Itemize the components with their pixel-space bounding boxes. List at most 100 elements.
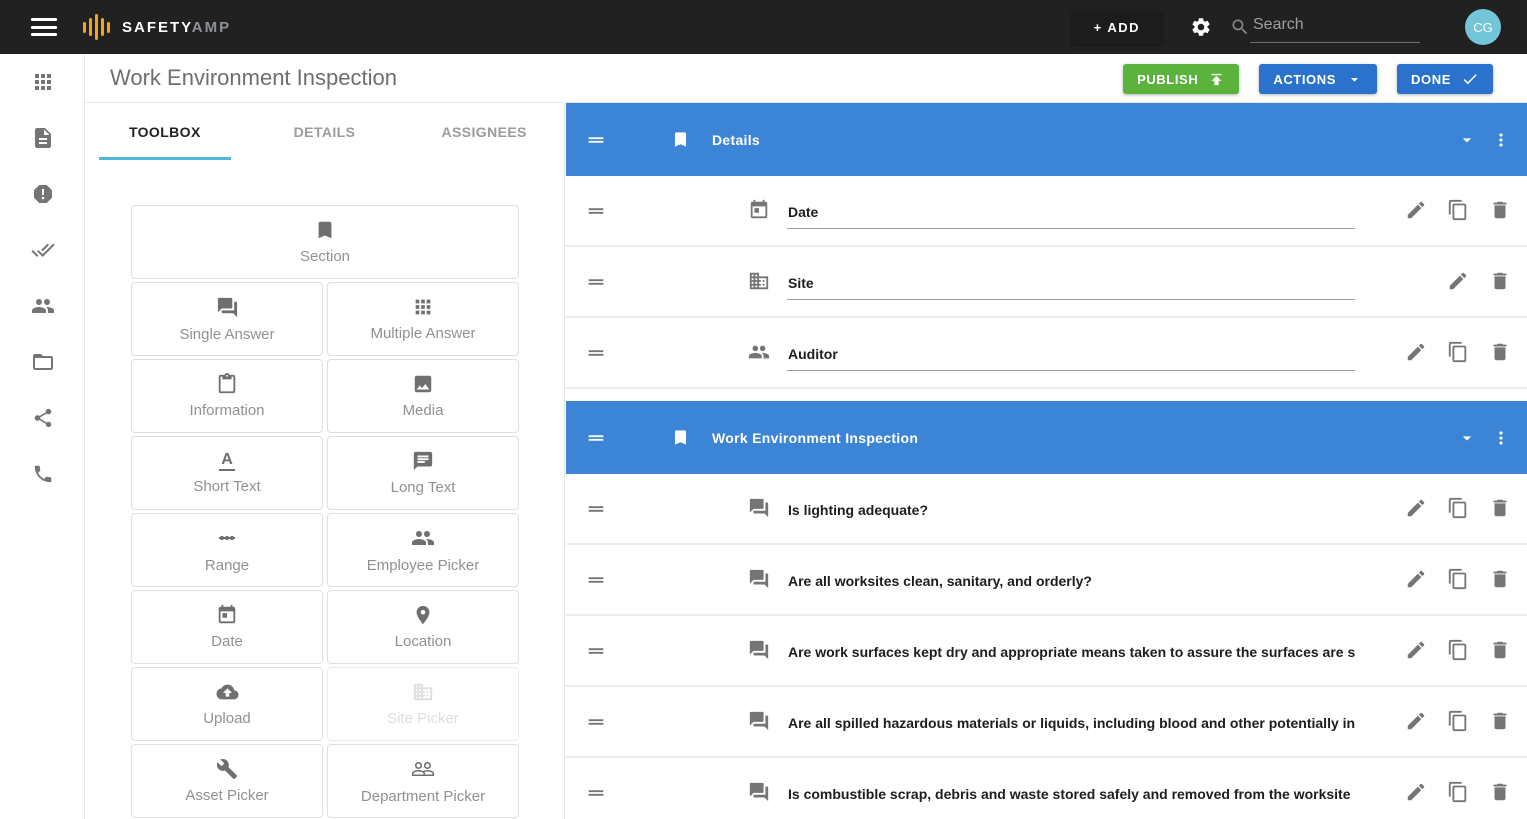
rail-document-icon[interactable] [0,110,85,166]
rail-apps-icon[interactable] [0,54,85,110]
logo-bars-icon [83,13,110,41]
tool-upload[interactable]: Upload [131,667,323,741]
tab-bar: TOOLBOX DETAILS ASSIGNEES [85,103,564,160]
section-header-details: Details [566,103,1527,176]
tool-range[interactable]: Range [131,513,323,587]
copy-icon[interactable] [1447,497,1469,519]
tool-information[interactable]: Information [131,359,323,433]
toolbox-grid: Section Single Answer Multiple Answer In… [131,205,518,818]
publish-icon [1208,71,1225,88]
question-label: Are all spilled hazardous materials or l… [788,715,1355,731]
tool-section[interactable]: Section [131,205,519,279]
tool-multiple-answer[interactable]: Multiple Answer [327,282,519,356]
question-label: Is combustible scrap, debris and waste s… [788,786,1355,802]
collapse-caret-icon[interactable] [1457,130,1477,150]
tool-media[interactable]: Media [327,359,519,433]
edit-icon[interactable] [1405,568,1427,590]
short-text-a-icon: A [219,452,235,471]
check-icon [1461,70,1479,88]
drag-handle-icon[interactable] [585,711,607,733]
tool-employee-picker[interactable]: Employee Picker [327,513,519,587]
actions-button[interactable]: ACTIONS [1259,64,1377,94]
tab-details[interactable]: DETAILS [245,103,405,160]
menu-icon[interactable] [31,18,57,36]
question-row: Are work surfaces kept dry and appropria… [566,616,1527,687]
tool-single-answer[interactable]: Single Answer [131,282,323,356]
delete-icon[interactable] [1489,497,1511,519]
edit-icon[interactable] [1405,710,1427,732]
left-panel: TOOLBOX DETAILS ASSIGNEES Section Single… [85,103,565,819]
top-app-bar: SAFETYAMP + ADD CG [0,0,1527,54]
drag-handle-icon[interactable] [585,640,607,662]
drag-handle-icon[interactable] [585,427,607,449]
range-slider-icon [214,526,240,550]
drag-handle-icon[interactable] [585,569,607,591]
rail-report-icon[interactable] [0,166,85,222]
delete-icon[interactable] [1489,199,1511,221]
field-label: Date [788,204,1355,220]
people-outline-icon [411,757,435,781]
copy-icon[interactable] [1447,568,1469,590]
tool-long-text[interactable]: Long Text [327,436,519,510]
drag-handle-icon[interactable] [585,129,607,151]
question-label: Are work surfaces kept dry and appropria… [788,644,1355,660]
drag-handle-icon[interactable] [585,498,607,520]
copy-icon[interactable] [1447,781,1469,803]
collapse-caret-icon[interactable] [1457,428,1477,448]
drag-handle-icon[interactable] [585,782,607,804]
tab-assignees[interactable]: ASSIGNEES [404,103,564,160]
tool-department-picker[interactable]: Department Picker [327,744,519,818]
copy-icon[interactable] [1447,639,1469,661]
add-button[interactable]: + ADD [1072,11,1162,44]
rail-share-icon[interactable] [0,390,85,446]
safetyamp-form-builder: SAFETYAMP + ADD CG Work Environment Insp… [0,0,1527,819]
drag-handle-icon[interactable] [585,271,607,293]
left-icon-rail [0,54,85,819]
search-icon [1230,17,1250,37]
tab-toolbox[interactable]: TOOLBOX [85,103,245,160]
tool-location[interactable]: Location [327,590,519,664]
edit-icon[interactable] [1405,497,1427,519]
cloud-upload-icon [215,681,240,703]
rail-done-all-icon[interactable] [0,222,85,278]
more-vert-icon[interactable] [1491,130,1511,150]
field-label: Site [788,275,1355,291]
delete-icon[interactable] [1489,781,1511,803]
delete-icon[interactable] [1489,341,1511,363]
tool-short-text[interactable]: A Short Text [131,436,323,510]
page-header: Work Environment Inspection PUBLISH ACTI… [85,54,1527,103]
edit-icon[interactable] [1447,270,1469,292]
avatar[interactable]: CG [1465,9,1501,45]
edit-icon[interactable] [1405,199,1427,221]
done-button[interactable]: DONE [1397,64,1493,94]
rail-folder-icon[interactable] [0,334,85,390]
tool-site-picker: Site Picker [327,667,519,741]
drag-handle-icon[interactable] [585,200,607,222]
edit-icon[interactable] [1405,639,1427,661]
publish-button[interactable]: PUBLISH [1123,64,1239,94]
copy-icon[interactable] [1447,341,1469,363]
bookmark-icon [671,130,690,149]
edit-icon[interactable] [1405,341,1427,363]
caret-down-icon [1346,71,1363,88]
more-vert-icon[interactable] [1491,428,1511,448]
delete-icon[interactable] [1489,639,1511,661]
tool-asset-picker[interactable]: Asset Picker [131,744,323,818]
question-answer-icon [748,710,770,732]
tool-date[interactable]: Date [131,590,323,664]
delete-icon[interactable] [1489,568,1511,590]
rail-phone-icon[interactable] [0,446,85,502]
delete-icon[interactable] [1489,270,1511,292]
copy-icon[interactable] [1447,710,1469,732]
edit-icon[interactable] [1405,781,1427,803]
search-input[interactable] [1250,12,1420,43]
rail-people-icon[interactable] [0,278,85,334]
delete-icon[interactable] [1489,710,1511,732]
copy-icon[interactable] [1447,199,1469,221]
gear-icon[interactable] [1190,16,1212,38]
drag-handle-icon[interactable] [585,342,607,364]
question-label: Are all worksites clean, sanitary, and o… [788,573,1355,589]
people-icon [748,341,770,363]
field-row-date: Date [566,176,1527,247]
question-label: Is lighting adequate? [788,502,1355,518]
